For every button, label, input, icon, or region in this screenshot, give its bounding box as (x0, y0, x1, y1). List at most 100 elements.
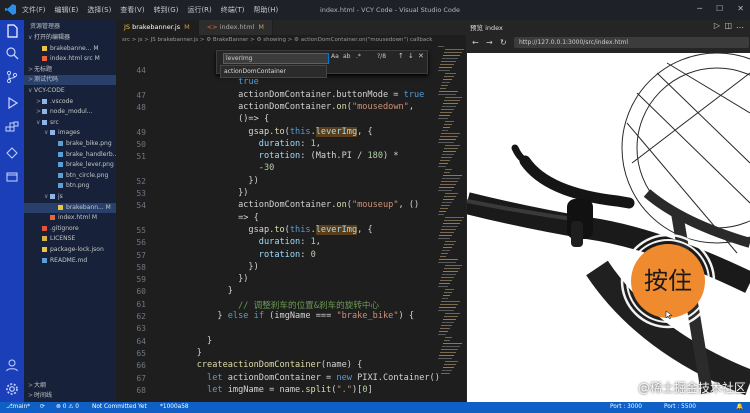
code-line[interactable]: actionDomContainer.on("mouseup", () (176, 200, 419, 210)
tree-item[interactable]: brakebanne... M (24, 44, 116, 54)
code-line[interactable]: rotation: (Math.PI / 180) * (176, 151, 399, 161)
tree-item[interactable]: > .vscode (24, 97, 116, 107)
tree-item[interactable]: brake_lever.png (24, 160, 116, 170)
tree-item[interactable]: ∨ src (24, 118, 116, 128)
find-input[interactable] (223, 53, 329, 64)
menu-item[interactable]: 编辑(E) (55, 5, 79, 15)
tree-item[interactable]: >测试代码 (24, 75, 116, 86)
tree-item[interactable]: brake_bike.png (24, 139, 116, 149)
close-find-icon[interactable]: ✕ (418, 52, 424, 60)
remote-explorer-icon[interactable] (5, 146, 19, 160)
code-line[interactable]: } (176, 348, 202, 358)
branch-indicator[interactable]: ⎇ main* (6, 402, 30, 413)
back-icon[interactable]: ← (472, 38, 479, 47)
tree-item[interactable]: README.md (24, 256, 116, 266)
code-line[interactable]: createactionDomContainer(name) { (176, 360, 363, 370)
bike-handlebar-scene: 按住 (467, 53, 750, 396)
live-server-port-2[interactable]: Port : 5500 (664, 402, 696, 413)
tree-item[interactable]: .gitignore (24, 224, 116, 234)
code-line[interactable]: duration: 1, (176, 237, 321, 247)
more-actions-icon[interactable]: … (736, 21, 744, 30)
whole-word-toggle[interactable]: ab (343, 53, 351, 60)
explorer-icon[interactable] (5, 24, 19, 38)
code-line[interactable]: }) (176, 176, 258, 186)
code-line[interactable]: // 调整刹车的位置&刹车的旋转中心 (176, 299, 379, 311)
tree-item[interactable]: index.html src M (24, 54, 116, 64)
tree-item[interactable]: brake_handlerb... (24, 150, 116, 160)
code-line[interactable]: actionDomContainer.on("mousedown", (176, 102, 414, 112)
editor-tab[interactable]: JS brakebanner.js M (116, 20, 199, 35)
split-editor-icon[interactable]: ◫ (724, 21, 732, 30)
code-line[interactable]: => { (176, 213, 259, 223)
menu-item[interactable]: 选择(S) (87, 5, 111, 15)
settings-gear-icon[interactable] (5, 382, 19, 396)
menu-item[interactable]: 终端(T) (221, 5, 245, 15)
code-line[interactable]: actionDomContainer.buttonMode = true (176, 90, 424, 100)
tree-item[interactable]: package-lock.json (24, 245, 116, 255)
source-control-icon[interactable] (5, 70, 19, 84)
tree-item[interactable]: btn.png (24, 181, 116, 191)
tree-item-label: images (58, 129, 80, 137)
tree-item[interactable]: btn_circle.png (24, 171, 116, 181)
minimize-button[interactable]: ─ (697, 4, 702, 13)
code-line[interactable]: }) (176, 274, 248, 284)
minimap[interactable] (438, 46, 464, 386)
tree-item[interactable]: ∨ images (24, 128, 116, 138)
tree-item[interactable]: brakebann... M (24, 202, 116, 213)
tree-item[interactable]: index.html M (24, 213, 116, 223)
tree-item-label: index.html M (58, 214, 98, 222)
tree-item[interactable]: LICENSE (24, 234, 116, 244)
menu-item[interactable]: 查看(V) (120, 5, 144, 15)
tree-item[interactable]: > node_modul... (24, 107, 116, 117)
code-line[interactable]: -30 (176, 163, 275, 173)
code-line[interactable]: true (176, 77, 259, 87)
run-debug-icon[interactable] (5, 96, 19, 110)
code-line[interactable]: }) (176, 262, 258, 272)
testing-icon[interactable] (5, 170, 19, 184)
breadcrumb[interactable]: src > js > JS brakebanner.js > ⚙ BrakeBa… (116, 35, 472, 46)
code-line[interactable]: gsap.to(this.leverImg, { (176, 126, 373, 137)
reload-icon[interactable]: ↻ (500, 38, 507, 47)
previous-match-icon[interactable]: ↑ (398, 52, 404, 60)
live-server-port[interactable]: Port : 3000 (610, 402, 642, 413)
code-line[interactable]: let imgName = name.split(".")[0] (176, 385, 373, 395)
tree-item[interactable]: ∨ js (24, 192, 116, 202)
notifications-bell-icon[interactable]: 🔔 (736, 402, 743, 413)
sync-icon[interactable]: ⟳ (40, 402, 45, 413)
outline-section[interactable]: >大纲 (24, 381, 116, 391)
find-history-suggestion[interactable]: actionDomContainer (220, 65, 327, 78)
next-match-icon[interactable]: ↓ (408, 52, 414, 60)
menu-item[interactable]: 帮助(H) (254, 5, 279, 15)
menu-item[interactable]: 运行(R) (187, 5, 211, 15)
code-line[interactable]: } (176, 336, 212, 346)
tree-item[interactable]: >无标题 (24, 65, 116, 75)
code-line[interactable]: ()=> { (176, 114, 269, 124)
code-line[interactable]: }) (176, 188, 248, 198)
preview-tab[interactable]: 预览 index (470, 22, 503, 32)
tree-item[interactable]: ∨ VCY-CODE (24, 86, 116, 96)
problems-indicator[interactable]: ⊗ 0 ⚠ 0 (56, 402, 79, 413)
code-line[interactable]: duration: 1, (176, 139, 321, 149)
editor-tab[interactable]: <> index.html M (198, 20, 273, 35)
regex-toggle[interactable]: .* (356, 53, 361, 60)
code-line[interactable]: } (176, 286, 233, 296)
close-button[interactable]: ✕ (737, 4, 744, 13)
timeline-section[interactable]: >时间线 (24, 391, 116, 401)
maximize-button[interactable]: ☐ (716, 4, 723, 13)
run-icon[interactable]: ▷ (714, 21, 720, 30)
search-icon[interactable] (5, 46, 19, 60)
code-line[interactable]: gsap.to(this.leverImg, { (176, 224, 373, 235)
code-line[interactable]: let actionDomContainer = new PIXI.Contai… (176, 373, 440, 383)
code-line[interactable]: rotation: 0 (176, 250, 316, 260)
git-blame-status[interactable]: Not Committed Yet (92, 402, 147, 413)
code-line[interactable]: } else if (imgName === "brake_bike") { (176, 311, 414, 321)
menu-item[interactable]: 转到(G) (154, 5, 179, 15)
extensions-icon[interactable] (5, 121, 19, 135)
forward-icon[interactable]: → (486, 38, 493, 47)
url-field[interactable]: http://127.0.0.1:3000/src/index.html (514, 37, 749, 48)
minimap-line (440, 328, 450, 329)
menu-item[interactable]: 文件(F) (22, 5, 46, 15)
tree-item[interactable]: ∨ 打开的编辑器 (24, 33, 116, 43)
account-icon[interactable] (5, 358, 19, 372)
match-case-toggle[interactable]: Aa (331, 53, 339, 60)
